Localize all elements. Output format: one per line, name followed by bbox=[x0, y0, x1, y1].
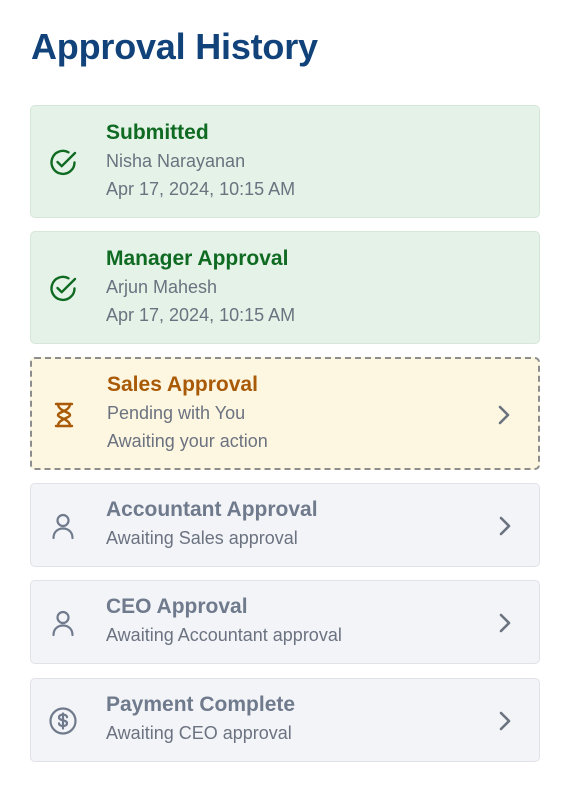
user-icon bbox=[48, 511, 78, 541]
step-title: Payment Complete bbox=[106, 693, 296, 716]
check-circle-icon bbox=[48, 147, 78, 177]
step-title: Accountant Approval bbox=[106, 498, 318, 521]
user-icon bbox=[48, 608, 78, 638]
step-status: Awaiting Accountant approval bbox=[106, 625, 342, 645]
chevron-right-icon[interactable] bbox=[495, 612, 515, 634]
step-status: Awaiting CEO approval bbox=[106, 723, 292, 743]
hourglass-icon bbox=[49, 400, 79, 430]
step-note: Awaiting your action bbox=[107, 431, 268, 451]
step-title: CEO Approval bbox=[106, 595, 248, 618]
step-payment-complete[interactable]: Payment Complete Awaiting CEO approval bbox=[30, 678, 540, 762]
step-assignee: Nisha Narayanan bbox=[106, 151, 246, 171]
step-timestamp: Apr 17, 2024, 10:15 AM bbox=[106, 305, 296, 325]
step-ceo-approval[interactable]: CEO Approval Awaiting Accountant approva… bbox=[30, 580, 540, 664]
step-timestamp: Apr 17, 2024, 10:15 AM bbox=[106, 179, 296, 199]
page-title: Approval History bbox=[31, 26, 318, 67]
step-status: Awaiting Sales approval bbox=[106, 528, 298, 548]
step-title: Submitted bbox=[106, 121, 209, 144]
approval-history-page: Approval History Submitted Nisha Narayan… bbox=[0, 0, 572, 797]
step-accountant-approval[interactable]: Accountant Approval Awaiting Sales appro… bbox=[30, 483, 540, 567]
step-title: Sales Approval bbox=[107, 373, 258, 396]
step-status: Pending with You bbox=[107, 403, 246, 423]
step-sales-approval[interactable]: Sales Approval Pending with You Awaiting… bbox=[30, 357, 540, 470]
chevron-right-icon[interactable] bbox=[495, 515, 515, 537]
check-circle-icon bbox=[48, 273, 78, 303]
dollar-circle-icon bbox=[48, 706, 78, 736]
step-assignee: Arjun Mahesh bbox=[106, 277, 218, 297]
chevron-right-icon[interactable] bbox=[495, 710, 515, 732]
step-manager-approval: Manager Approval Arjun Mahesh Apr 17, 20… bbox=[30, 231, 540, 344]
chevron-right-icon[interactable] bbox=[494, 404, 514, 426]
step-submitted: Submitted Nisha Narayanan Apr 17, 2024, … bbox=[30, 105, 540, 218]
step-title: Manager Approval bbox=[106, 247, 289, 270]
